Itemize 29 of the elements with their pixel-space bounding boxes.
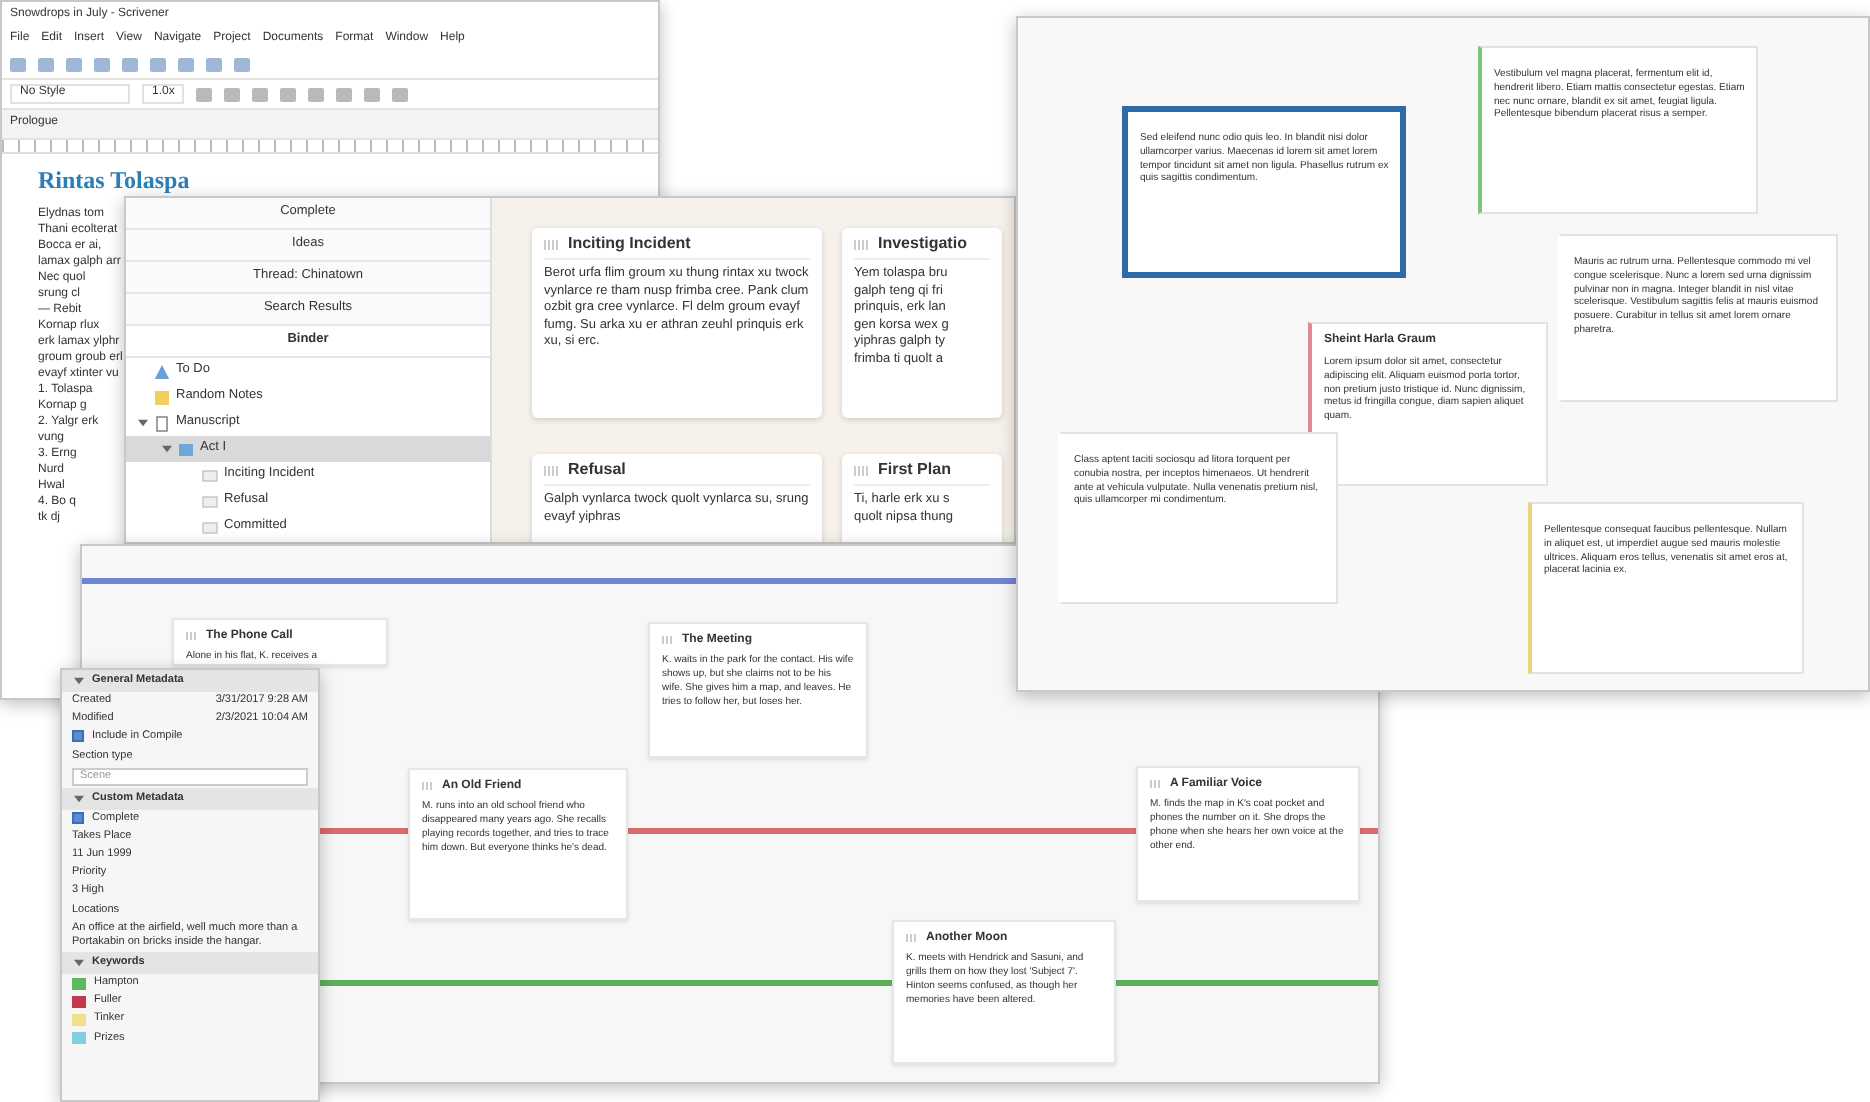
warning-triangle-icon (154, 363, 170, 379)
document-icon (154, 415, 170, 431)
document-heading: Rintas Tolaspa (38, 166, 192, 198)
grip-icon (906, 934, 918, 943)
grip-icon (662, 636, 674, 645)
folder-icon (178, 441, 194, 457)
grip-icon (544, 239, 560, 250)
card-title: Inciting Incident (568, 234, 691, 255)
checkbox[interactable] (72, 811, 84, 824)
expanded-arrow-icon[interactable] (162, 444, 172, 454)
expanded-arrow-icon[interactable] (138, 418, 148, 428)
grip-icon (1150, 780, 1162, 789)
grip-icon (854, 239, 870, 250)
expanded-arrow-icon[interactable] (74, 793, 84, 804)
note-icon (154, 389, 170, 405)
note-card[interactable] (1478, 46, 1758, 214)
card-title: Refusal (568, 460, 626, 481)
card-title: First Plan (878, 460, 951, 481)
index-card[interactable] (532, 228, 822, 418)
expanded-arrow-icon[interactable] (74, 958, 84, 969)
grip-icon (186, 632, 198, 641)
card-title: Investigatio (878, 234, 967, 255)
expanded-arrow-icon[interactable] (74, 676, 84, 687)
note-card[interactable] (1308, 322, 1548, 486)
grip-icon (544, 465, 560, 476)
grip-icon (854, 465, 870, 476)
grip-icon (422, 782, 434, 791)
checkbox[interactable] (72, 730, 84, 743)
note-card[interactable] (1558, 234, 1838, 402)
